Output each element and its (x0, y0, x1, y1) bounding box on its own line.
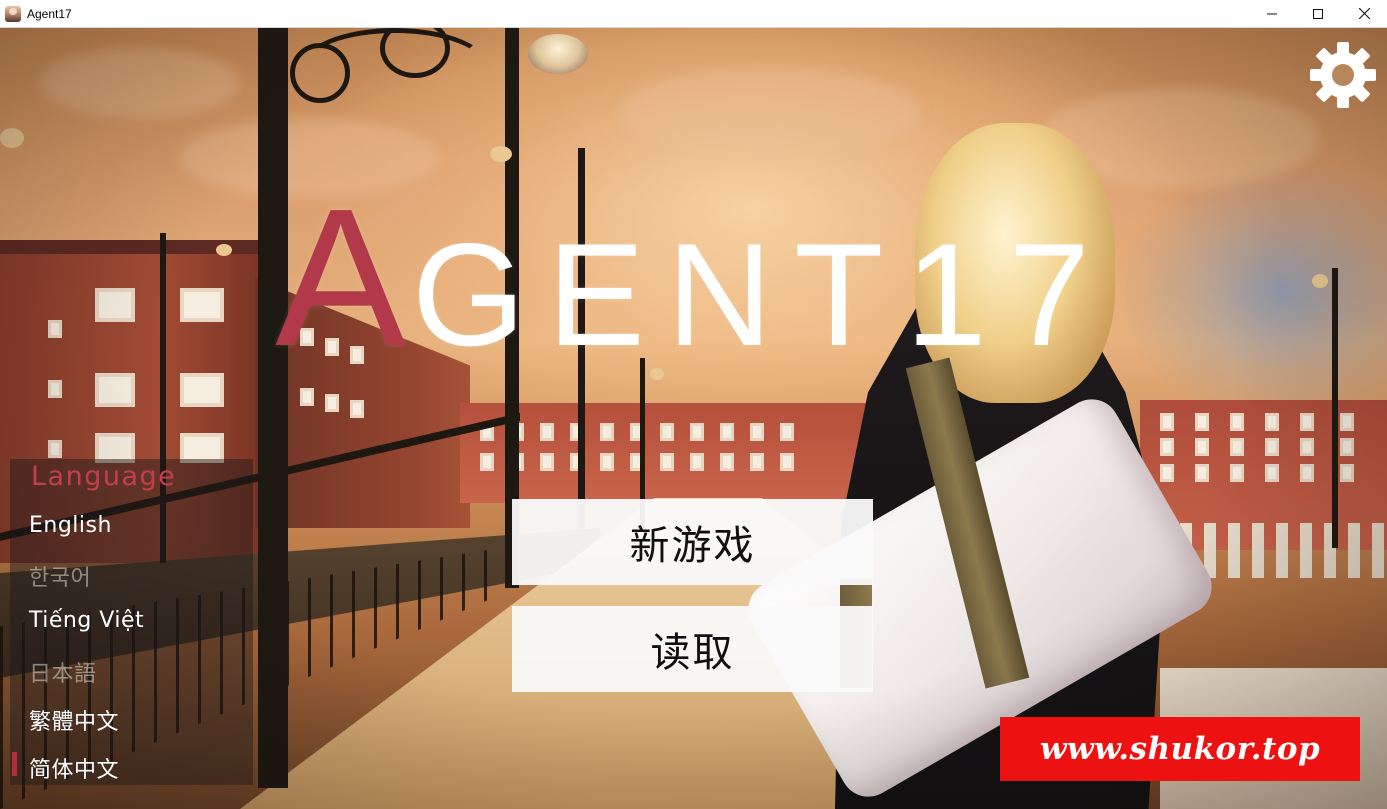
game-logo: AGENT17 (0, 180, 1387, 376)
watermark-banner: www.shukor.top (1000, 717, 1360, 781)
selected-language-marker (12, 752, 17, 776)
settings-button[interactable] (1309, 41, 1377, 109)
language-option-simplified-chinese[interactable]: 简体中文 (29, 752, 119, 784)
maximize-icon (1313, 8, 1323, 19)
window-controls (1249, 0, 1387, 27)
minimize-icon (1267, 13, 1277, 14)
language-option-vietnamese[interactable]: Tiếng Việt (29, 608, 144, 633)
language-panel-title: Language (31, 461, 177, 492)
language-option-traditional-chinese[interactable]: 繁體中文 (29, 704, 119, 736)
language-option-japanese[interactable]: 日本語 (29, 656, 97, 688)
logo-rest: GENT17 (411, 213, 1112, 376)
logo-first-letter: A (275, 168, 412, 387)
language-option-english[interactable]: English (29, 513, 112, 538)
maximize-button[interactable] (1295, 0, 1341, 27)
language-option-korean[interactable]: 한국어 (29, 560, 91, 592)
close-icon (1358, 8, 1370, 19)
load-button[interactable]: 读取 (512, 606, 873, 692)
app-icon (5, 5, 21, 22)
game-window: Agent17 AGENT17 Language English 한국어 Tiế… (0, 0, 1387, 809)
gear-icon (1310, 42, 1376, 108)
title-bar: Agent17 (0, 0, 1387, 28)
close-button[interactable] (1341, 0, 1387, 27)
minimize-button[interactable] (1249, 0, 1295, 27)
new-game-button[interactable]: 新游戏 (512, 499, 873, 585)
window-title: Agent17 (27, 6, 72, 21)
